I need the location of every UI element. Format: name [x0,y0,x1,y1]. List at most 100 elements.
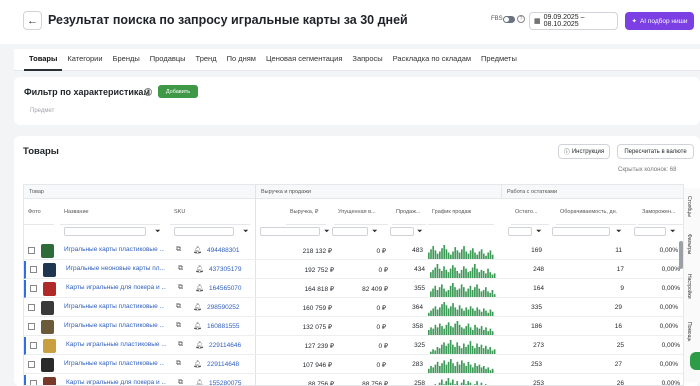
sku-filter-input[interactable] [174,227,234,236]
sku-link[interactable]: 164565070 [209,285,242,292]
filter-funnel-icon[interactable]: ⏷ [417,227,423,236]
col-header-lost-revenue[interactable]: Упущенная в... [334,199,388,225]
turnover-filter-input[interactable] [552,227,610,236]
tab-trend[interactable]: Тренд [191,49,222,71]
col-header-frozen[interactable]: Заморожен... [638,199,684,225]
bell-icon[interactable]: 🔔︎ [193,246,202,254]
product-name-link[interactable]: Игральные неоновые карты пл... [66,265,166,272]
table-row[interactable]: Карты игральные пластиковые ... ⧉ 🔔︎ 229114… [24,337,684,355]
tab-sellers[interactable]: Продавцы [145,49,191,71]
table-row[interactable]: Игральные карты пластиковые ... ⧉ 🔔︎ 160881… [24,318,684,336]
back-button[interactable]: ← [23,11,42,30]
col-header-name[interactable]: Название [60,199,160,225]
product-name-link[interactable]: Игральные карты пластиковые ... [64,322,164,329]
revenue-filter-input[interactable] [260,227,320,236]
tab-subjects[interactable]: Предметы [476,49,522,71]
row-checkbox[interactable] [28,361,35,368]
compare-icon[interactable]: ⧉ [176,246,181,254]
bell-icon[interactable]: 🔔︎ [195,379,204,386]
side-settings-tab[interactable]: Настройки [686,274,692,299]
question-icon[interactable]: ? [144,88,152,96]
col-header-photo[interactable]: Фото [24,199,54,225]
product-name-link[interactable]: Игральные карты пластиковые ... [64,246,164,253]
ai-niche-button[interactable]: ✦ AI подбор ниши [625,12,694,30]
product-name-link[interactable]: Игральные карты пластиковые ... [64,360,164,367]
subject-select[interactable]: Предмет [30,108,54,114]
filter-funnel-icon[interactable]: ⏷ [670,227,676,236]
compare-icon[interactable]: ⧉ [178,341,183,349]
filter-funnel-icon[interactable]: ⏷ [372,227,378,236]
sales-sparkline [430,376,496,386]
row-checkbox[interactable] [30,285,37,292]
table-row[interactable]: Карты игральные для покера и ... ⧉ 🔔︎ 15528… [24,375,684,386]
compare-icon[interactable]: ⧉ [178,284,183,292]
compare-icon[interactable]: ⧉ [176,322,181,330]
tab-price-segmentation[interactable]: Ценовая сегментация [261,49,347,71]
sku-link[interactable]: 437305179 [209,266,242,273]
tab-queries[interactable]: Запросы [347,49,387,71]
side-help-tab[interactable]: Помощь [686,322,692,341]
compare-icon[interactable]: ⧉ [178,379,183,386]
col-header-sales-chart[interactable]: График продаж [428,199,494,225]
row-checkbox[interactable] [28,304,35,311]
table-row[interactable]: Игральные карты пластиковые ... ⧉ 🔔︎ 298590… [24,299,684,317]
table-row[interactable]: Карты игральные для покера и ... ⧉ 🔔︎ 16456… [24,280,684,298]
name-filter-input[interactable] [64,227,146,236]
row-checkbox[interactable] [28,323,35,330]
sku-link[interactable]: 298590252 [207,304,240,311]
tab-categories[interactable]: Категории [62,49,107,71]
date-range-picker[interactable]: ▦ 09.09.2025 – 08.10.2025 [529,12,618,30]
sales-filter-input[interactable] [390,227,414,236]
col-header-revenue[interactable]: Выручка, ₽ [286,199,326,225]
bell-icon[interactable]: 🔔︎ [193,303,202,311]
sku-link[interactable]: 229114648 [207,361,239,368]
col-header-sales[interactable]: Продаж... [392,199,426,225]
bell-icon[interactable]: 🔔︎ [193,322,202,330]
frozen-filter-input[interactable] [634,227,666,236]
instruction-button[interactable]: ⓘ Инструкция [558,144,610,159]
tab-warehouses[interactable]: Раскладка по складам [388,49,476,71]
tab-by-days[interactable]: По дням [222,49,261,71]
row-checkbox[interactable] [28,247,35,254]
lost-revenue-filter-input[interactable] [332,227,368,236]
tab-brands[interactable]: Бренды [108,49,145,71]
filter-funnel-icon[interactable]: ⏷ [616,227,622,236]
row-checkbox[interactable] [30,266,37,273]
bell-icon[interactable]: 🔔︎ [195,265,204,273]
table-row[interactable]: Игральные неоновые карты пл... ⧉ 🔔︎ 4373051… [24,261,684,279]
row-checkbox[interactable] [30,342,37,349]
help-icon[interactable]: ? [517,15,525,23]
chat-icon[interactable] [690,352,700,370]
filter-funnel-icon[interactable]: ⏷ [324,227,330,236]
col-header-stock[interactable]: Остато... [511,199,549,225]
side-filters-tab[interactable]: Фильтры [686,234,692,254]
sku-link[interactable]: 494488301 [207,247,240,254]
col-header-turnover[interactable]: Оборачиваемость, дн. [556,199,636,225]
row-checkbox[interactable] [30,380,37,386]
sku-link[interactable]: 160881555 [207,323,240,330]
filter-funnel-icon[interactable]: ⏷ [155,227,161,236]
product-name-link[interactable]: Карты игральные для покера и ... [66,379,166,386]
product-name-link[interactable]: Карты игральные для покера и ... [66,284,166,291]
filter-funnel-icon[interactable]: ⏷ [536,227,542,236]
side-columns-tab[interactable]: Столбцы [686,196,692,217]
compare-icon[interactable]: ⧉ [176,303,181,311]
col-header-sku[interactable]: SKU [170,199,250,225]
compare-icon[interactable]: ⧉ [178,265,183,273]
table-row[interactable]: Игральные карты пластиковые ... ⧉ 🔔︎ 494488… [24,242,684,260]
fbs-toggle[interactable] [503,16,515,23]
bell-icon[interactable]: 🔔︎ [195,284,204,292]
tab-products[interactable]: Товары [24,49,62,71]
compare-icon[interactable]: ⧉ [176,360,181,368]
bell-icon[interactable]: 🔔︎ [193,360,202,368]
filter-funnel-icon[interactable]: ⏷ [243,227,249,236]
table-row[interactable]: Игральные карты пластиковые ... ⧉ 🔔︎ 229114… [24,356,684,374]
recalc-currency-button[interactable]: Пересчитать в валюте [617,144,694,159]
sku-link[interactable]: 155280075 [209,380,242,386]
stock-filter-input[interactable] [508,227,532,236]
product-name-link[interactable]: Игральные карты пластиковые ... [64,303,164,310]
add-filter-button[interactable]: Добавить [158,85,198,98]
sku-link[interactable]: 229114646 [209,342,241,349]
product-name-link[interactable]: Карты игральные пластиковые ... [66,341,166,348]
bell-icon[interactable]: 🔔︎ [195,341,204,349]
